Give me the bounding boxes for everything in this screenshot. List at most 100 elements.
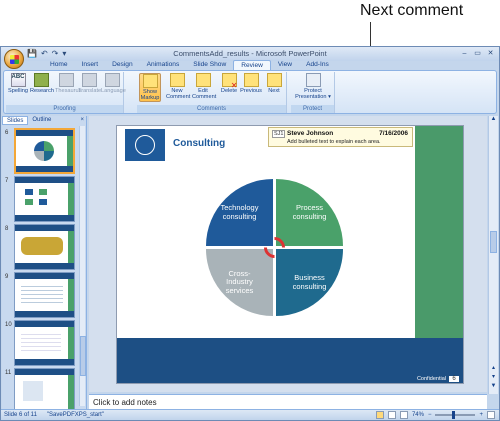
new-comment-label: New Comment [166, 88, 191, 100]
office-button[interactable] [4, 49, 24, 69]
process-consulting-quadrant[interactable]: Process consulting [276, 179, 343, 246]
translate-label: Translate [78, 88, 102, 94]
slide-thumbnail-row[interactable]: 7 [4, 176, 82, 222]
slides-pane: Slides Outline × 6 7 8 9 10 11 [2, 116, 87, 414]
slide-title[interactable]: Consulting [173, 138, 225, 149]
comment-text: Add bulleted text to explain each area. [287, 139, 381, 145]
status-bar: Slide 6 of 11 "SavePDFXPS_start" 74% − + [1, 409, 499, 420]
consulting-logo [125, 129, 165, 161]
tab-slides[interactable]: Slides [2, 116, 29, 125]
slide-thumbnail-row[interactable]: 9 [4, 272, 82, 318]
slide-sorter-view-icon[interactable] [387, 411, 396, 419]
cross-industry-services-quadrant[interactable]: Cross- Industry services [206, 249, 273, 316]
tab-review[interactable]: Review [233, 60, 271, 70]
callout-label: Next comment [360, 2, 464, 19]
slide-green-band [415, 126, 463, 338]
powerpoint-window: 💾 ↶ ↷ ▾ CommentsAdd_results - Microsoft … [0, 46, 500, 421]
tab-insert[interactable]: Insert [75, 60, 106, 70]
close-icon[interactable]: × [80, 116, 86, 125]
slide-number: 8 [5, 226, 9, 232]
next-comment-button[interactable]: Next [263, 73, 285, 94]
show-markup-label: Show Markup [140, 89, 160, 101]
language-label: Language [101, 88, 126, 94]
notes-pane[interactable]: Click to add notes [89, 394, 487, 409]
status-right: 74% − + [375, 411, 495, 419]
tab-outline[interactable]: Outline [28, 116, 55, 125]
next-comment-icon [266, 73, 282, 87]
research-button[interactable]: Research [30, 73, 54, 94]
tab-slide-show[interactable]: Slide Show [186, 60, 233, 70]
tab-add-ins[interactable]: Add-Ins [299, 60, 336, 70]
normal-view-icon[interactable] [375, 411, 384, 419]
next-slide-icon[interactable]: ▾ [489, 373, 498, 380]
zoom-in-icon[interactable]: + [479, 412, 483, 418]
protect-group-label: Protect [291, 105, 334, 113]
slide-thumbnail-row[interactable]: 8 [4, 224, 82, 270]
scroll-up-icon[interactable]: ▲ [489, 116, 498, 122]
slides-pane-scrollbar[interactable] [79, 126, 86, 406]
comment-popup[interactable]: SJ1 Steve Johnson 7/16/2006 Add bulleted… [268, 127, 413, 147]
slide-page-number: 6 [449, 376, 459, 382]
slide-thumbnail[interactable] [14, 272, 75, 318]
scrollbar-thumb[interactable] [80, 336, 86, 376]
zoom-level[interactable]: 74% [412, 412, 424, 418]
slide-number: 11 [5, 370, 12, 376]
ribbon-tabs: Home Insert Design Animations Slide Show… [43, 60, 336, 70]
slide-footer-band: Confidential 6 [117, 338, 463, 383]
slide-editor: Consulting Confidential 6 Technology con… [89, 116, 487, 392]
slide-thumbnail[interactable] [14, 320, 75, 366]
comments-group-label: Comments [137, 105, 286, 113]
fit-to-window-icon[interactable] [487, 411, 495, 419]
research-icon [33, 73, 49, 87]
slide-thumbnail[interactable] [14, 128, 75, 174]
slide-thumbnail[interactable] [14, 368, 75, 414]
protect-presentation-label: Protect Presentation ▾ [295, 88, 331, 100]
scroll-down-icon[interactable]: ▼ [489, 383, 498, 389]
slide-number: 9 [5, 274, 9, 280]
tab-design[interactable]: Design [105, 60, 140, 70]
edit-comment-icon [195, 73, 211, 87]
previous-slide-icon[interactable]: ▴ [489, 364, 498, 371]
zoom-slider[interactable] [435, 411, 476, 419]
delete-comment-button[interactable]: Delete [218, 73, 240, 94]
comment-date: 7/16/2006 [379, 130, 408, 137]
editor-scrollbar[interactable]: ▲ ▴ ▾ ▼ [488, 116, 498, 394]
show-markup-button[interactable]: Show Markup [139, 73, 161, 102]
close-button[interactable]: ✕ [485, 49, 496, 58]
protect-presentation-button[interactable]: Protect Presentation ▾ [294, 73, 332, 100]
slide-number: 7 [5, 178, 9, 184]
slide-count-status: Slide 6 of 11 [4, 412, 37, 418]
tab-animations[interactable]: Animations [140, 60, 187, 70]
thesaurus-button[interactable]: Thesaurus [55, 73, 81, 94]
slide-thumbnail-row[interactable]: 6 [4, 128, 82, 174]
minimize-button[interactable]: – [459, 49, 470, 58]
scrollbar-thumb[interactable] [490, 231, 497, 253]
maximize-button[interactable]: ▭ [472, 49, 483, 58]
tab-view[interactable]: View [271, 60, 299, 70]
business-consulting-quadrant[interactable]: Business consulting [276, 249, 343, 316]
previous-comment-button[interactable]: Previous [240, 73, 262, 94]
slide-thumbnail-row[interactable]: 11 [4, 368, 82, 414]
technology-consulting-quadrant[interactable]: Technology consulting [206, 179, 273, 246]
slide-canvas[interactable]: Consulting Confidential 6 Technology con… [116, 125, 464, 384]
tab-home[interactable]: Home [43, 60, 75, 70]
slide-thumbnail-row[interactable]: 10 [4, 320, 82, 366]
delete-comment-icon [221, 73, 238, 89]
ribbon: ABC Spelling Research Thesaurus Translat… [3, 70, 497, 114]
slide-thumbnail[interactable] [14, 224, 75, 270]
zoom-out-icon[interactable]: − [428, 412, 432, 418]
translate-button[interactable]: Translate [78, 73, 102, 94]
notes-placeholder[interactable]: Click to add notes [93, 398, 157, 407]
slide-thumbnail[interactable] [14, 176, 75, 222]
new-comment-button[interactable]: New Comment [166, 73, 191, 100]
spelling-button[interactable]: ABC Spelling [7, 73, 29, 94]
edit-comment-label: Edit Comment [192, 88, 217, 100]
slide-show-view-icon[interactable] [399, 411, 408, 419]
new-comment-icon [169, 73, 185, 87]
window-controls: – ▭ ✕ [459, 49, 496, 58]
comments-group: Show Markup New Comment Edit Comment Del… [137, 72, 287, 113]
language-button[interactable]: Language [101, 73, 126, 94]
previous-comment-label: Previous [240, 88, 262, 94]
comment-marker[interactable]: SJ1 [272, 130, 286, 138]
edit-comment-button[interactable]: Edit Comment [192, 73, 217, 100]
